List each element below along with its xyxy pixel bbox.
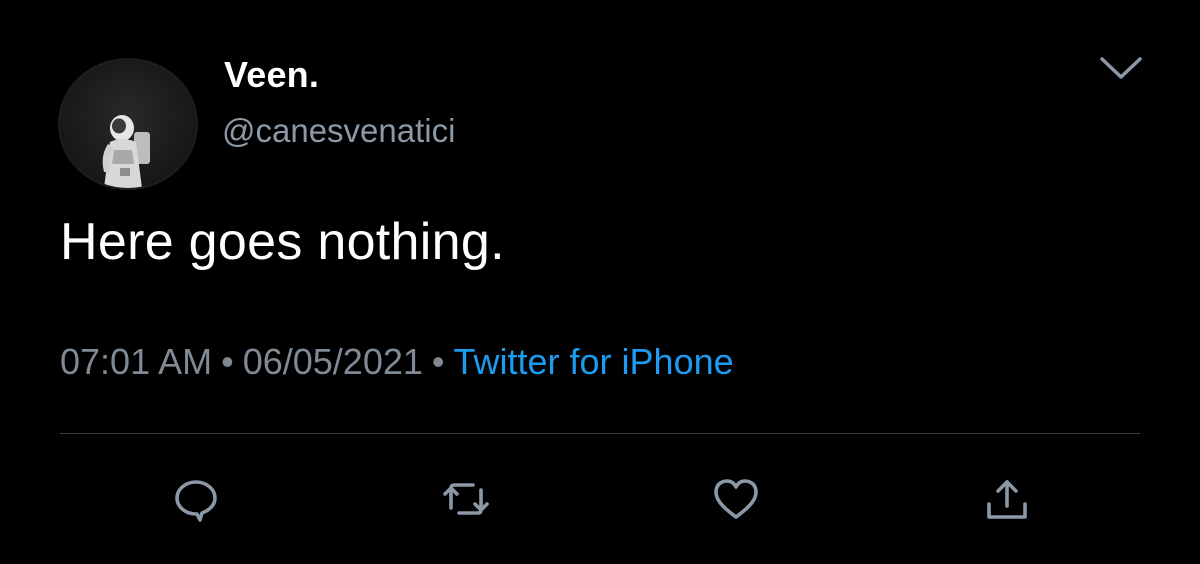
share-icon [987,480,1027,519]
retweet-icon [443,483,489,515]
meta-separator: • [431,341,445,382]
chevron-down-icon [1100,57,1142,79]
avatar[interactable] [58,58,198,190]
share-button[interactable] [982,474,1032,524]
like-button[interactable] [711,474,761,524]
reply-button[interactable] [171,474,221,524]
astronaut-icon [102,115,150,188]
retweet-button[interactable] [441,474,491,524]
tweet-text: Here goes nothing. [60,213,505,271]
meta-separator: • [221,341,234,382]
like-icon [714,479,758,519]
tweet-menu-button[interactable] [1098,54,1144,82]
tweet-time[interactable]: 07:01 AM [60,341,212,382]
reply-icon [175,480,217,522]
tweet-source-link[interactable]: Twitter for iPhone [454,341,734,382]
tweet-meta: 07:01 AM • 06/05/2021 • Twitter for iPhone [60,341,734,383]
tweet-date[interactable]: 06/05/2021 [243,341,423,382]
divider [60,433,1140,434]
user-handle[interactable]: @canesvenatici [222,112,455,150]
display-name[interactable]: Veen. [224,54,319,96]
